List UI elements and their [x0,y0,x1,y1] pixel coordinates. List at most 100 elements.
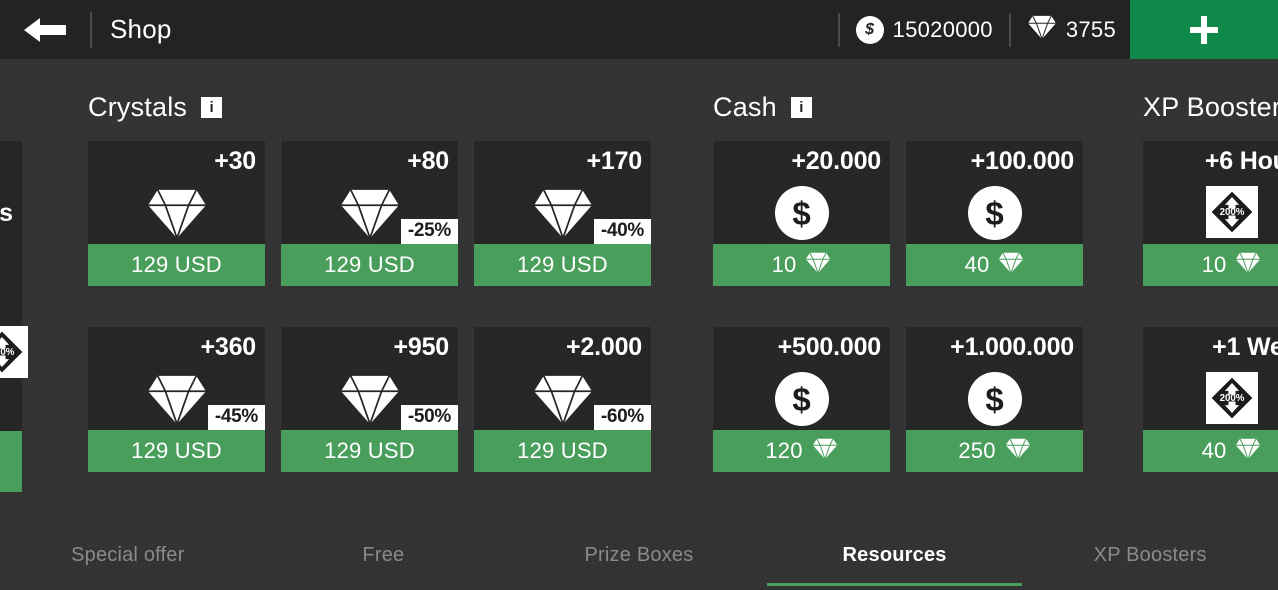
card-price-text: 129 USD [131,252,222,277]
shop-card-crystal-950[interactable]: +950 -50% 129 USD [281,327,458,472]
card-body: +80 -25% [281,141,458,244]
card-price-text: 129 USD [517,438,608,463]
discount-badge: -40% [593,219,651,244]
card-price-bar[interactable]: 129 USD [474,430,651,472]
tab-resources[interactable]: Resources [766,529,1023,590]
card-amount: +6 Hours [1204,147,1278,175]
section-crystals-title: Crystals [88,91,188,122]
svg-text:200%: 200% [1219,207,1244,218]
card-price-bar[interactable]: 129 USD [474,244,651,286]
card-price-text: 129 USD [517,252,608,277]
tab-prize-boxes[interactable]: Prize Boxes [511,529,767,590]
gem-icon [805,251,831,279]
card-amount: +950 [393,333,449,361]
card-price-text: 40 [964,252,990,277]
section-cash-header: Cash i [713,59,812,133]
gem-icon [1027,14,1057,45]
shop-card-cash-500000[interactable]: +500.000 $ 120 [713,327,890,472]
card-price-bar[interactable]: 10 [1143,244,1278,286]
currency-cash[interactable]: $ 15020000 [842,0,1007,59]
currency-gems-value: 3755 [1065,16,1116,42]
tab-label: Prize Boxes [584,543,694,566]
card-body: +6 Hours 200% [1143,141,1278,244]
tab-label: Resources [842,543,947,566]
card-body: +170 -40% [474,141,651,244]
shop-card-cash-1000000[interactable]: +1.000.000 $ 250 [906,327,1083,472]
card-price-bar[interactable]: 129 USD [88,244,265,286]
card-body: +100.000 $ [906,141,1083,244]
tab-special-offer[interactable]: Special offer [0,529,256,590]
info-icon-label: i [799,98,804,116]
shop-card-cash-20000[interactable]: +20.000 $ 10 [713,141,890,286]
card-body: +500.000 $ [713,327,890,430]
gem-icon [88,186,265,240]
card-amount: +2.000 [566,333,642,361]
card-price-bar[interactable]: 129 USD [281,430,458,472]
card-price-text: 10 [771,252,797,277]
card-body: +2.000 -60% [474,327,651,430]
header-divider [90,12,92,48]
xp-booster-icon: 200% [1143,186,1278,238]
crystals-card-grid: +30 129 USD +360 -45% 129 USD +80 -25% 1… [88,141,651,472]
card-price-text: 250 [958,438,996,463]
gem-icon [1235,251,1261,279]
card-price-bar[interactable]: 129 USD [281,244,458,286]
card-amount: +80 [407,147,449,175]
gem-icon [1005,437,1031,465]
card-amount: +170 [586,147,642,175]
shop-screen: Shop $ 15020000 3755 s 0% Crystals i +30… [0,0,1278,590]
section-xp-boosters-title: XP Boosters [1143,91,1278,122]
currency-gems[interactable]: 3755 [1013,0,1130,59]
shop-card-crystal-2000[interactable]: +2.000 -60% 129 USD [474,327,651,472]
shop-content: s 200% Crystals [0,59,1278,529]
info-icon-cash[interactable]: i [790,96,812,118]
card-price-bar[interactable]: 129 USD [88,430,265,472]
card-price-bar[interactable]: 120 [713,430,890,472]
plus-icon [1186,12,1222,48]
cash-card-grid: +20.000 $ 10 +500.000 $ 120 +100.000 $ 4… [713,141,1083,472]
back-button[interactable] [20,7,72,53]
shop-card-crystal-30[interactable]: +30 129 USD [88,141,265,286]
tab-label: Free [362,543,405,566]
tab-free[interactable]: Free [256,529,512,590]
tab-label: XP Boosters [1093,543,1207,566]
section-xp-boosters: XP Boosters i +6 Hours [1143,59,1278,472]
currency-divider-left [837,12,840,47]
gem-icon [812,437,838,465]
card-price-bar[interactable]: 250 [906,430,1083,472]
card-price-bar[interactable]: 40 [906,244,1083,286]
shop-card-cash-100000[interactable]: +100.000 $ 40 [906,141,1083,286]
partial-card-body: s 200% [0,141,28,431]
shop-card-crystal-80[interactable]: +80 -25% 129 USD [281,141,458,286]
svg-text:200%: 200% [0,347,15,358]
shop-card-crystal-360[interactable]: +360 -45% 129 USD [88,327,265,472]
shop-card-crystal-170[interactable]: +170 -40% 129 USD [474,141,651,286]
shop-card-xp-6-hours[interactable]: +6 Hours 200% [1143,141,1278,286]
partial-card-offscreen[interactable]: s 200% [0,141,28,492]
section-cash-title: Cash [713,91,777,122]
card-amount: +1 Week [1212,333,1278,361]
card-price-bar[interactable]: 10 [713,244,890,286]
currency-bar: $ 15020000 3755 [836,0,1130,59]
shop-card-xp-1-week[interactable]: +1 Week 200% [1143,327,1278,472]
xp-boosters-card-grid: +6 Hours 200% [1143,141,1278,472]
discount-badge: -50% [400,405,458,430]
tab-xp-boosters[interactable]: XP Boosters [1022,529,1278,590]
info-icon-label: i [209,98,214,116]
gem-icon [998,251,1024,279]
card-price-text: 129 USD [324,438,415,463]
card-amount: +1.000.000 [950,333,1074,361]
section-xp-boosters-header: XP Boosters i [1143,59,1278,133]
coin-icon: $ [906,186,1083,240]
info-icon-crystals[interactable]: i [201,96,223,118]
discount-badge: -45% [207,405,265,430]
card-price-bar[interactable]: 40 [1143,430,1278,472]
partial-card-price-bar [0,431,22,492]
xp-booster-icon: 200% [0,326,28,378]
add-currency-button[interactable] [1130,0,1278,59]
card-price-text: 129 USD [131,438,222,463]
card-body: +1.000.000 $ [906,327,1083,430]
section-cash: Cash i +20.000 $ 10 +500.000 $ 120 +100.… [713,59,1083,472]
coin-icon: $ [855,15,884,44]
card-body: +360 -45% [88,327,265,430]
